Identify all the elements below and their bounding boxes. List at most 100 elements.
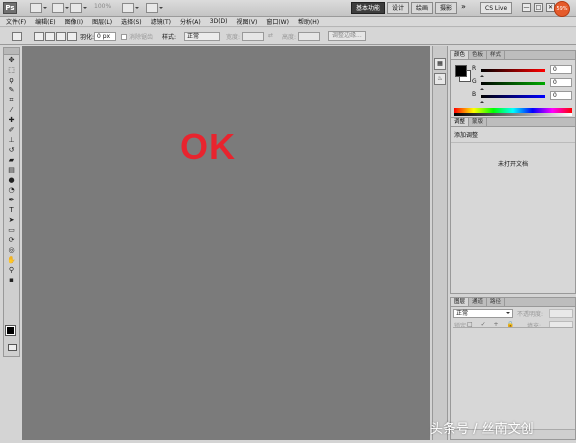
blend-row: 正常 不透明度: — [451, 307, 575, 319]
red-label: R — [472, 65, 477, 72]
workspace-design[interactable]: 设计 — [387, 2, 410, 14]
move-tool-icon[interactable]: ✥ — [6, 55, 17, 65]
tools-grip[interactable] — [4, 48, 19, 55]
tab-layers[interactable]: 图层 — [451, 298, 470, 306]
blend-mode-select[interactable]: 正常 — [453, 309, 513, 318]
swap-icon[interactable]: ⇄ — [268, 32, 273, 39]
tab-paths[interactable]: 路径 — [487, 298, 506, 306]
view-extras-button[interactable] — [70, 3, 87, 13]
eyedropper-tool-icon[interactable]: ⁄ — [6, 105, 17, 115]
clone-stamp-tool-icon[interactable]: ⊥ — [6, 135, 17, 145]
width-input[interactable] — [242, 32, 264, 41]
foreground-color-swatch[interactable] — [5, 325, 16, 336]
feather-input[interactable]: 0 px — [94, 32, 116, 41]
green-value-input[interactable]: 0 — [550, 78, 572, 87]
hand-tool-icon[interactable]: ✋ — [6, 255, 17, 265]
red-slider-thumb[interactable] — [480, 73, 484, 77]
tab-styles[interactable]: 样式 — [487, 51, 506, 59]
width-label: 宽度: — [226, 34, 241, 41]
default-colors-icon[interactable]: ▪ — [6, 275, 17, 285]
healing-tool-icon[interactable]: ✚ — [6, 115, 17, 125]
red-slider[interactable] — [481, 69, 545, 72]
tab-channels[interactable]: 通道 — [469, 298, 488, 306]
green-label: G — [472, 78, 477, 85]
shape-tool-icon[interactable]: ▭ — [6, 225, 17, 235]
quick-select-tool-icon[interactable]: ✎ — [6, 85, 17, 95]
blue-value-input[interactable]: 0 — [550, 91, 572, 100]
menu-filter[interactable]: 滤镜(T) — [151, 17, 171, 26]
subtract-selection-icon[interactable] — [56, 32, 66, 41]
workspace-photography[interactable]: 摄影 — [435, 2, 458, 14]
screen-mode-button[interactable] — [146, 3, 163, 13]
crop-tool-icon[interactable]: ⌗ — [6, 95, 17, 105]
refine-edge-button[interactable]: 调整边缘... — [328, 31, 366, 41]
tab-color[interactable]: 颜色 — [451, 51, 470, 59]
menu-edit[interactable]: 编辑(E) — [35, 17, 55, 26]
no-document-message: 未打开文档 — [497, 161, 528, 168]
menu-select[interactable]: 选择(S) — [121, 17, 142, 26]
pen-tool-icon[interactable]: ✒ — [6, 195, 17, 205]
brush-tool-icon[interactable]: ✐ — [6, 125, 17, 135]
opacity-label: 不透明度: — [517, 311, 544, 318]
style-select[interactable]: 正常 — [184, 32, 220, 41]
cs-live-button[interactable]: CS Live — [480, 2, 513, 14]
arrange-documents-button[interactable] — [122, 3, 139, 13]
menu-view[interactable]: 视图(V) — [237, 17, 258, 26]
add-selection-icon[interactable] — [45, 32, 55, 41]
eraser-tool-icon[interactable]: ▰ — [6, 155, 17, 165]
tab-adjustments[interactable]: 调整 — [451, 118, 470, 126]
tab-masks[interactable]: 蒙版 — [469, 118, 488, 126]
minimize-icon[interactable]: — — [522, 3, 531, 12]
add-adjustment-title: 添加调整 — [451, 127, 575, 143]
new-selection-icon[interactable] — [34, 32, 44, 41]
red-value-input[interactable]: 0 — [550, 65, 572, 74]
menu-file[interactable]: 文件(F) — [6, 17, 26, 26]
workspace-painting[interactable]: 绘画 — [411, 2, 434, 14]
zoom-level[interactable]: 100% — [94, 3, 111, 10]
mini-bridge-panel-icon[interactable]: ▦ — [434, 58, 446, 70]
3d-rotate-tool-icon[interactable]: ⟳ — [6, 235, 17, 245]
type-tool-icon[interactable]: T — [6, 205, 17, 215]
options-bar: 羽化: 0 px 消除锯齿 样式: 正常 宽度: ⇄ 高度: 调整边缘... — [0, 28, 576, 45]
workspace-canvas[interactable]: OK — [22, 46, 430, 440]
menu-image[interactable]: 图像(I) — [65, 17, 83, 26]
history-brush-tool-icon[interactable]: ↺ — [6, 145, 17, 155]
workspace-essentials[interactable]: 基本功能 — [351, 2, 386, 14]
menu-3d[interactable]: 3D(D) — [210, 18, 228, 25]
minibridge-button[interactable] — [52, 3, 69, 13]
bridge-button[interactable] — [30, 3, 47, 13]
blur-tool-icon[interactable]: ● — [6, 175, 17, 185]
blue-slider[interactable] — [481, 95, 545, 98]
menu-window[interactable]: 窗口(W) — [266, 17, 289, 26]
lasso-tool-icon[interactable]: ϙ — [6, 75, 17, 85]
watermark: 头条号 / 丝南文创 — [430, 422, 534, 437]
antialias-checkbox[interactable] — [121, 34, 127, 40]
maximize-icon[interactable]: □ — [534, 3, 543, 12]
tab-swatches[interactable]: 色板 — [469, 51, 488, 59]
tool-preset-icon[interactable] — [12, 32, 22, 41]
opacity-input[interactable] — [549, 309, 573, 318]
menu-layer[interactable]: 图层(L) — [92, 17, 112, 26]
green-slider[interactable] — [481, 82, 545, 85]
path-select-tool-icon[interactable]: ➤ — [6, 215, 17, 225]
intersect-selection-icon[interactable] — [67, 32, 77, 41]
gradient-tool-icon[interactable]: ▤ — [6, 165, 17, 175]
panel-foreground-swatch[interactable] — [455, 65, 467, 77]
menu-analysis[interactable]: 分析(A) — [180, 17, 201, 26]
height-input[interactable] — [298, 32, 320, 41]
quick-mask-icon[interactable] — [8, 344, 17, 351]
color-spectrum-bar[interactable] — [454, 108, 572, 116]
red-slider-row: R 0 — [472, 65, 575, 77]
3d-orbit-tool-icon[interactable]: ◎ — [6, 245, 17, 255]
green-slider-thumb[interactable] — [480, 86, 484, 90]
history-panel-icon[interactable]: ♨ — [434, 73, 446, 85]
menu-help[interactable]: 帮助(H) — [298, 17, 319, 26]
dodge-tool-icon[interactable]: ◔ — [6, 185, 17, 195]
layers-list[interactable] — [453, 327, 573, 427]
marquee-tool-icon[interactable]: ⬚ — [6, 65, 17, 75]
blue-slider-thumb[interactable] — [480, 99, 484, 103]
layers-panel-tabs: 图层 通道 路径 — [451, 298, 575, 307]
photoshop-logo: Ps — [3, 2, 17, 14]
zoom-tool-icon[interactable]: ⚲ — [6, 265, 17, 275]
more-workspaces-icon[interactable]: » — [461, 2, 466, 11]
